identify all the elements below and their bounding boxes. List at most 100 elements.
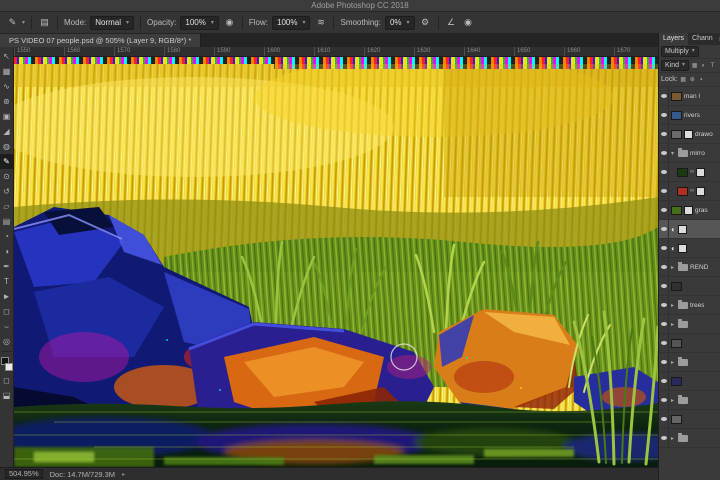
horizontal-ruler[interactable]: 1550 1560 1570 1580 1590 1600 1610 1620 …: [14, 47, 658, 57]
document-tab[interactable]: PS VIDEO 07 people.psd @ 505% (Layer 9, …: [0, 34, 202, 47]
tab-layers[interactable]: Layers: [659, 33, 689, 45]
path-selection-tool[interactable]: ►: [0, 289, 14, 304]
layer-row[interactable]: [659, 410, 720, 429]
filter-adjustment-icon[interactable]: ◐: [700, 63, 707, 69]
mode-select[interactable]: Normal ▾: [90, 15, 135, 30]
layer-mask-thumbnail[interactable]: [684, 205, 693, 215]
blur-tool[interactable]: ◔: [0, 229, 14, 244]
doc-size-info[interactable]: Doc: 14.7M/729.3M: [50, 470, 115, 479]
layer-thumbnail[interactable]: [671, 110, 682, 120]
layer-thumbnail[interactable]: [671, 338, 682, 348]
visibility-toggle[interactable]: [660, 239, 669, 257]
type-tool[interactable]: T: [0, 274, 14, 289]
quick-selection-tool[interactable]: ⊛: [0, 94, 14, 109]
group-row[interactable]: ▸: [659, 315, 720, 334]
visibility-toggle[interactable]: [660, 334, 669, 352]
gradient-tool[interactable]: ▤: [0, 214, 14, 229]
layer-name[interactable]: gras: [695, 207, 708, 214]
layer-mask-thumbnail[interactable]: [696, 186, 706, 196]
blend-mode-select[interactable]: Multiply ▾: [661, 46, 699, 57]
visibility-toggle[interactable]: [660, 220, 669, 238]
lock-position-icon[interactable]: ⊕: [689, 76, 696, 83]
adjustment-layer-icon[interactable]: ◐: [671, 225, 676, 234]
layer-thumbnail[interactable]: [671, 91, 682, 101]
move-tool[interactable]: ↖: [0, 49, 14, 64]
marquee-tool[interactable]: ▦: [0, 64, 14, 79]
visibility-toggle[interactable]: [660, 353, 669, 371]
opacity-select[interactable]: 100% ▾: [180, 15, 219, 30]
visibility-toggle[interactable]: [660, 144, 669, 162]
group-row[interactable]: ▾ mirro: [659, 144, 720, 163]
flow-select[interactable]: 100% ▾: [272, 15, 311, 30]
layer-thumbnail[interactable]: [671, 205, 682, 215]
layer-name[interactable]: trees: [690, 302, 704, 309]
clone-stamp-tool[interactable]: ⊙: [0, 169, 14, 184]
layer-name[interactable]: man l: [684, 93, 700, 100]
visibility-toggle[interactable]: [660, 372, 669, 390]
visibility-toggle[interactable]: [660, 258, 669, 276]
layer-thumbnail[interactable]: [671, 414, 682, 424]
layer-mask-thumbnail[interactable]: [677, 243, 687, 253]
eyedropper-tool[interactable]: ◢: [0, 124, 14, 139]
visibility-toggle[interactable]: [660, 201, 669, 219]
layer-row[interactable]: ◐: [659, 239, 720, 258]
pressure-size-icon[interactable]: ◉: [462, 16, 475, 30]
group-row[interactable]: ▸: [659, 353, 720, 372]
visibility-toggle[interactable]: [660, 296, 669, 314]
brush-preset-picker[interactable]: ✎ ▾: [6, 16, 25, 30]
tab-channels[interactable]: Chann: [688, 33, 717, 45]
layer-name[interactable]: mirro: [690, 150, 705, 157]
brush-tool[interactable]: ✎: [0, 154, 14, 169]
layer-mask-thumbnail[interactable]: [696, 167, 706, 177]
layer-row-selected[interactable]: ◐: [659, 220, 720, 239]
zoom-tool[interactable]: ◎: [0, 334, 14, 349]
visibility-toggle[interactable]: [660, 277, 669, 295]
zoom-level-field[interactable]: 504.95%: [5, 469, 43, 479]
layer-row[interactable]: drawo: [659, 125, 720, 144]
disclosure-triangle-icon[interactable]: ▸: [671, 435, 676, 442]
visibility-toggle[interactable]: [660, 410, 669, 428]
history-brush-tool[interactable]: ↺: [0, 184, 14, 199]
document-canvas[interactable]: [14, 57, 658, 467]
layer-thumbnail[interactable]: [671, 129, 682, 139]
layer-row[interactable]: ∞: [659, 163, 720, 182]
group-row[interactable]: ▸ REND: [659, 258, 720, 277]
smoothing-select[interactable]: 0% ▾: [384, 15, 415, 30]
airbrush-icon[interactable]: ≋: [314, 16, 327, 30]
crop-tool[interactable]: ▣: [0, 109, 14, 124]
layer-row[interactable]: [659, 372, 720, 391]
status-popup-arrow-icon[interactable]: ▸: [122, 471, 125, 478]
lock-transparent-icon[interactable]: ▦: [680, 76, 687, 83]
layer-thumbnail[interactable]: [671, 376, 682, 386]
visibility-toggle[interactable]: [660, 182, 669, 200]
layer-row[interactable]: rivers: [659, 106, 720, 125]
spot-healing-tool[interactable]: ◍: [0, 139, 14, 154]
layer-thumbnail[interactable]: [677, 186, 688, 196]
layer-row[interactable]: gras: [659, 201, 720, 220]
group-row[interactable]: ▸ trees: [659, 296, 720, 315]
visibility-toggle[interactable]: [660, 429, 669, 447]
visibility-toggle[interactable]: [660, 163, 669, 181]
visibility-toggle[interactable]: [660, 125, 669, 143]
kind-filter-select[interactable]: Kind ▾: [661, 60, 690, 71]
dodge-tool[interactable]: ◑: [0, 244, 14, 259]
layer-row[interactable]: ∞: [659, 182, 720, 201]
disclosure-triangle-icon[interactable]: ▸: [671, 302, 676, 309]
layer-thumbnail[interactable]: [677, 167, 688, 177]
pressure-opacity-icon[interactable]: ◉: [223, 16, 236, 30]
filter-type-icon[interactable]: T: [709, 63, 716, 69]
layer-mask-thumbnail[interactable]: [677, 224, 687, 234]
visibility-toggle[interactable]: [660, 315, 669, 333]
layer-row[interactable]: [659, 334, 720, 353]
color-swatches[interactable]: [0, 357, 13, 371]
layer-name[interactable]: rivers: [684, 112, 700, 119]
filter-pixel-icon[interactable]: ▦: [691, 62, 698, 69]
layer-row[interactable]: man l: [659, 87, 720, 106]
layer-row[interactable]: [659, 277, 720, 296]
visibility-toggle[interactable]: [660, 87, 669, 105]
background-color-swatch[interactable]: [4, 363, 13, 371]
group-row[interactable]: ▸: [659, 429, 720, 448]
hand-tool[interactable]: ⌣: [0, 319, 14, 334]
shape-tool[interactable]: ◻: [0, 304, 14, 319]
gear-icon[interactable]: ⚙: [419, 16, 432, 30]
